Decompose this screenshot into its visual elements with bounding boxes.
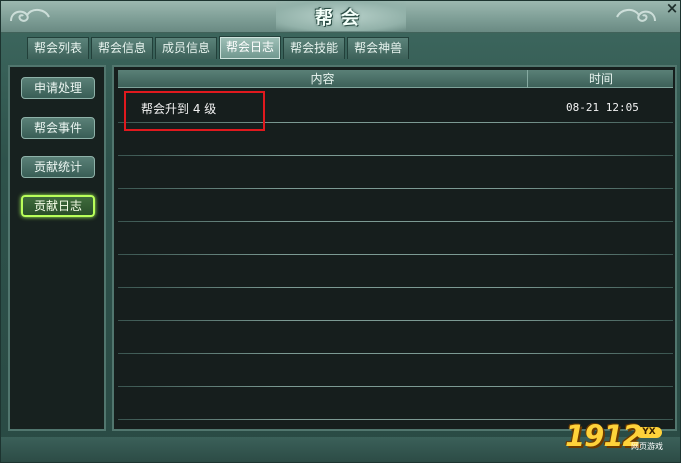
tab-guild-info[interactable]: 帮会信息 <box>91 37 154 59</box>
tab-guild-list[interactable]: 帮会列表 <box>27 37 90 59</box>
sidebar-item-contribution-log[interactable]: 贡献日志 <box>21 195 95 217</box>
tab-member-info[interactable]: 成员信息 <box>155 37 218 59</box>
window-title: 帮会 <box>315 8 367 29</box>
row-divider <box>118 221 673 222</box>
close-icon[interactable]: × <box>663 1 680 17</box>
tab-guild-beast[interactable]: 帮会神兽 <box>347 37 410 59</box>
site-watermark-logo: 1912 YX 网页游戏 <box>565 419 677 461</box>
highlight-annotation <box>124 91 265 131</box>
sidebar-item-contribution-stats[interactable]: 贡献统计 <box>21 156 95 178</box>
row-divider <box>118 155 673 156</box>
row-divider <box>118 254 673 255</box>
row-divider <box>118 188 673 189</box>
guild-window: 帮会 × 帮会列表 帮会信息 成员信息 帮会日志 帮会技能 帮会神兽 申请处理 … <box>0 0 681 463</box>
row-divider <box>118 353 673 354</box>
tab-guild-log[interactable]: 帮会日志 <box>219 36 282 59</box>
tab-guild-skills[interactable]: 帮会技能 <box>283 37 346 59</box>
row-divider <box>118 386 673 387</box>
cloud-swirl-icon <box>616 9 656 22</box>
cloud-swirl-icon <box>10 9 50 22</box>
column-header-time[interactable]: 时间 <box>529 70 673 88</box>
row-divider <box>118 320 673 321</box>
tab-bar: 帮会列表 帮会信息 成员信息 帮会日志 帮会技能 帮会神兽 <box>27 36 410 59</box>
sidebar-item-applications[interactable]: 申请处理 <box>21 77 95 99</box>
log-entry-time: 08-21 12:05 <box>566 101 639 114</box>
row-divider <box>118 287 673 288</box>
column-header-content[interactable]: 内容 <box>118 70 528 88</box>
watermark-subtitle: 网页游戏 <box>631 442 663 451</box>
sidebar-item-guild-events[interactable]: 帮会事件 <box>21 117 95 139</box>
log-panel: 内容 时间 帮会升到 4 级 08-21 12:05 <box>112 65 677 431</box>
watermark-badge: YX <box>636 427 662 438</box>
title-bar[interactable]: 帮会 × <box>1 1 680 33</box>
sidebar: 申请处理 帮会事件 贡献统计 贡献日志 <box>8 65 106 431</box>
table-header: 内容 时间 <box>118 70 673 88</box>
